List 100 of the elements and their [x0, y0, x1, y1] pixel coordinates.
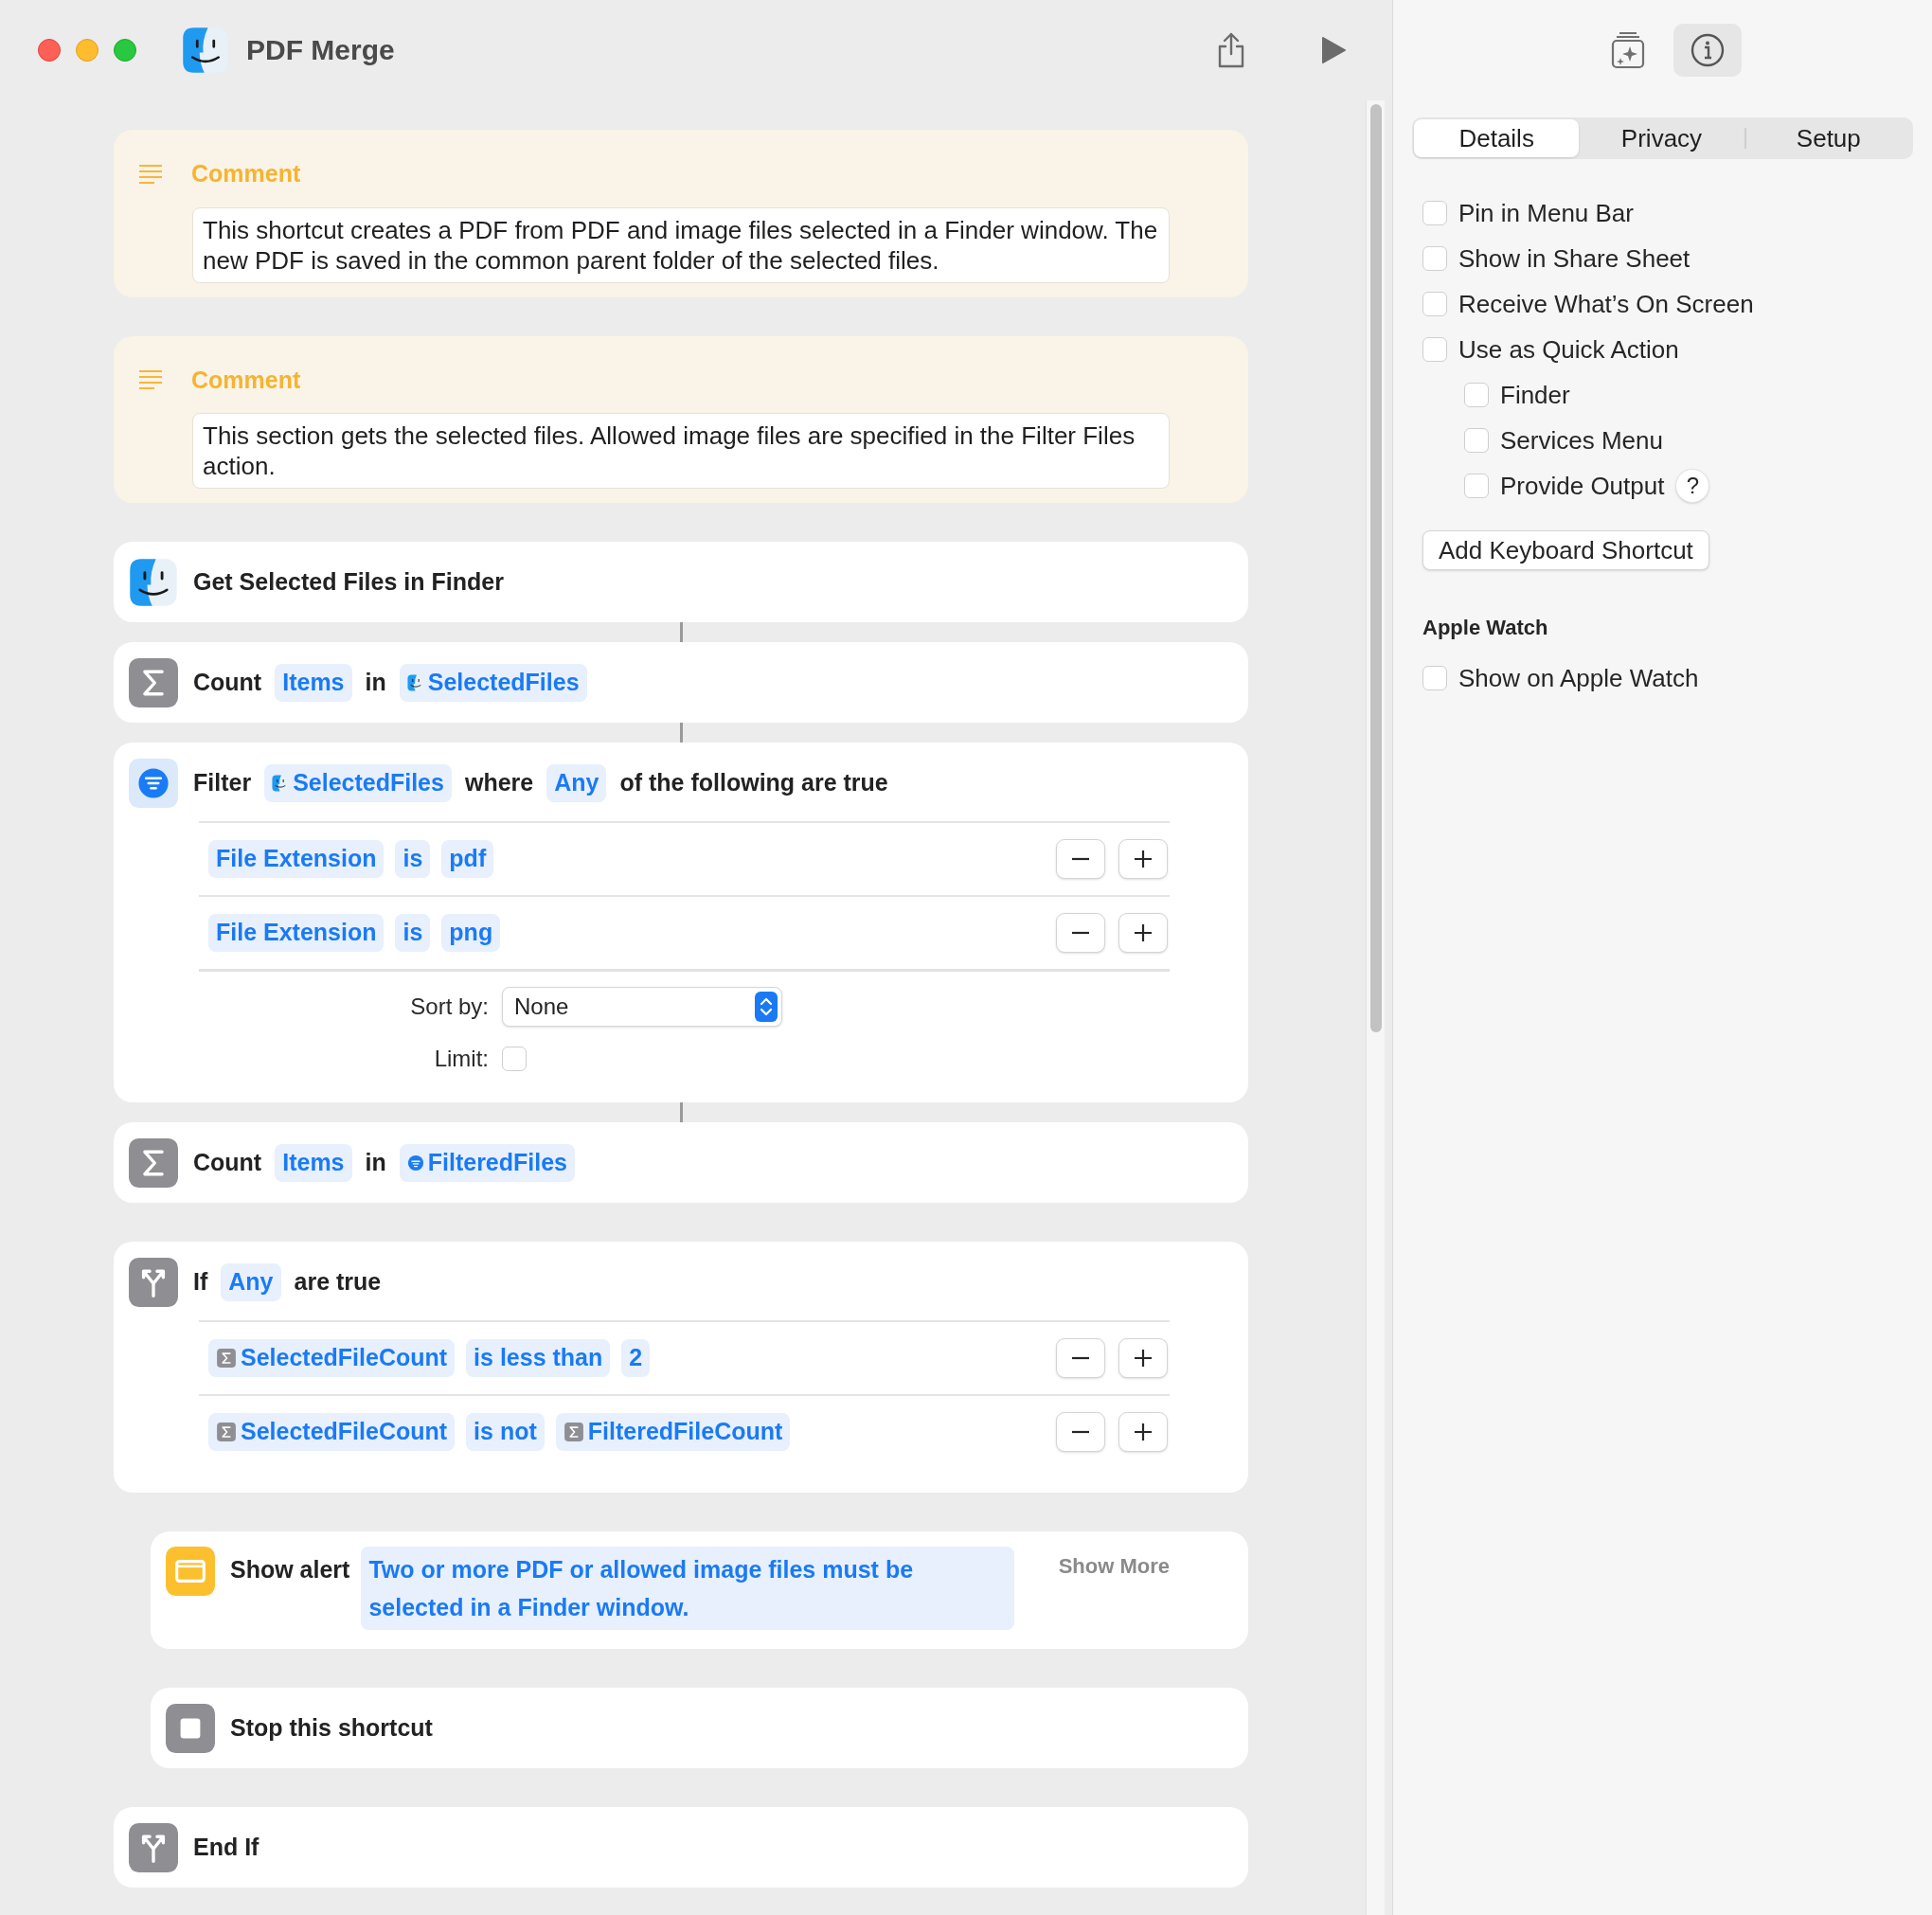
- variable-token[interactable]: is: [395, 914, 431, 952]
- checkbox[interactable]: [1422, 201, 1447, 225]
- comment-title: Comment: [191, 159, 301, 188]
- plus-icon: [1134, 1423, 1153, 1441]
- add-condition-button[interactable]: [1118, 1412, 1168, 1452]
- sigma-icon: [563, 1422, 584, 1442]
- branch-icon: [129, 1822, 178, 1872]
- text-lines-icon: [138, 163, 163, 185]
- option-label: Services Menu: [1500, 424, 1663, 456]
- variable-token[interactable]: 2: [621, 1339, 651, 1377]
- sigma-icon: [129, 657, 178, 707]
- option-label: Use as Quick Action: [1458, 333, 1679, 366]
- action-label: Stop this shortcut: [230, 1712, 433, 1743]
- sparkle-tray-icon: [1610, 30, 1645, 69]
- add-condition-button[interactable]: [1118, 913, 1168, 953]
- smiling-face-icon: [182, 26, 229, 74]
- comment-card[interactable]: Comment This section gets the selected files. Allowed image files are specified in the Filter Files action.: [114, 335, 1248, 503]
- variable-token[interactable]: Any: [221, 1262, 281, 1301]
- sigma-icon: [216, 1348, 237, 1369]
- variable-token[interactable]: FilteredFiles: [399, 1143, 575, 1182]
- alert-window-icon: [166, 1547, 215, 1596]
- variable-token[interactable]: is less than: [466, 1339, 611, 1377]
- limit-checkbox[interactable]: [502, 1047, 527, 1071]
- info-button[interactable]: [1673, 23, 1742, 77]
- action-label: in: [365, 1147, 386, 1177]
- action-label: where: [464, 767, 534, 797]
- minus-icon: [1071, 931, 1090, 935]
- remove-condition-button[interactable]: [1056, 1338, 1105, 1378]
- checkbox[interactable]: [1422, 292, 1447, 316]
- option-label: Show in Share Sheet: [1458, 242, 1690, 275]
- section-heading: Apple Watch: [1422, 615, 1549, 641]
- sigma-icon: [216, 1422, 237, 1442]
- comment-title: Comment: [191, 365, 301, 395]
- action-card[interactable]: Stop this shortcut: [151, 1688, 1248, 1768]
- sort-by-popup[interactable]: None: [502, 987, 782, 1027]
- scroll-bar[interactable]: [1366, 100, 1385, 1915]
- comment-text-field[interactable]: This section gets the selected files. Allowed image files are specified in the Filter Files action.: [192, 413, 1170, 489]
- minus-icon: [1071, 1430, 1090, 1434]
- variable-token[interactable]: File Extension: [208, 840, 385, 878]
- option-label: Receive What’s On Screen: [1458, 288, 1754, 320]
- add-condition-button[interactable]: [1118, 839, 1168, 879]
- inspector-tab[interactable]: Setup: [1745, 119, 1911, 157]
- add-condition-button[interactable]: [1118, 1338, 1168, 1378]
- minimize-window-button[interactable]: [76, 38, 98, 62]
- variable-token[interactable]: Items: [275, 1143, 352, 1182]
- zoom-window-button[interactable]: [114, 38, 136, 62]
- variable-token[interactable]: FilteredFileCount: [555, 1413, 791, 1451]
- play-icon: [1320, 35, 1347, 64]
- plus-icon: [1134, 923, 1153, 942]
- action-card[interactable]: Get Selected Files in Finder: [114, 542, 1248, 622]
- plus-icon: [1134, 850, 1153, 868]
- remove-condition-button[interactable]: [1056, 839, 1105, 879]
- variable-token[interactable]: Any: [546, 763, 607, 802]
- checkbox[interactable]: [1464, 474, 1489, 498]
- action-label: Show alert: [230, 1555, 350, 1584]
- sigma-icon: [129, 1137, 178, 1188]
- action-card[interactable]: Show alert Two or more PDF or allowed image files must be selected in a Finder window. Show More: [151, 1531, 1248, 1649]
- remove-condition-button[interactable]: [1056, 1412, 1105, 1452]
- variable-token[interactable]: is: [395, 840, 431, 878]
- variable-token[interactable]: SelectedFiles: [399, 663, 587, 702]
- variable-token[interactable]: is not: [466, 1413, 545, 1451]
- alert-message-token[interactable]: Two or more PDF or allowed image files must be selected in a Finder window.: [361, 1547, 1015, 1630]
- action-label: of the following are true: [619, 767, 888, 797]
- variable-token[interactable]: SelectedFileCount: [208, 1413, 456, 1451]
- comment-text-field[interactable]: This shortcut creates a PDF from PDF and image files selected in a Finder window. The new PDF is saved in the common parent folder of the selected files.: [192, 206, 1170, 283]
- comment-card[interactable]: Comment This shortcut creates a PDF from PDF and image files selected in a Finder window. The new PDF is saved in the common parent folder of the selected files.: [114, 130, 1248, 297]
- limit-label: Limit:: [433, 1045, 489, 1073]
- variable-token[interactable]: png: [441, 914, 501, 952]
- variable-token[interactable]: Items: [275, 663, 352, 702]
- checkbox[interactable]: [1422, 337, 1447, 362]
- variable-token[interactable]: SelectedFileCount: [208, 1339, 456, 1377]
- inspector-tab[interactable]: Privacy: [1579, 119, 1744, 157]
- inspector-tab[interactable]: Details: [1414, 119, 1580, 157]
- action-card[interactable]: If Any are true SelectedFileCount is less than 2 SelectedFileCount is not FilteredFileCount: [114, 1242, 1248, 1493]
- action-card[interactable]: Count Items in SelectedFiles: [114, 642, 1248, 723]
- checkbox[interactable]: [1422, 246, 1447, 271]
- variable-token[interactable]: pdf: [441, 840, 494, 878]
- up-down-chevron-icon: [755, 992, 778, 1022]
- action-card[interactable]: End If: [114, 1807, 1248, 1888]
- add-keyboard-shortcut-button[interactable]: Add Keyboard Shortcut: [1422, 530, 1709, 570]
- action-label: are true: [294, 1266, 382, 1297]
- checkbox[interactable]: [1464, 428, 1489, 453]
- close-window-button[interactable]: [38, 38, 61, 62]
- action-card[interactable]: Filter SelectedFiles where Any of the following are true File Extension is pdf File Extension is png Sort by: None Limit:: [114, 743, 1248, 1102]
- help-button[interactable]: ?: [1675, 469, 1710, 503]
- checkbox[interactable]: [1422, 666, 1447, 690]
- action-card[interactable]: Count Items in FilteredFiles: [114, 1122, 1248, 1203]
- variable-token[interactable]: File Extension: [208, 914, 385, 952]
- branch-icon: [129, 1257, 178, 1307]
- checkbox[interactable]: [1464, 383, 1489, 407]
- plus-icon: [1134, 1349, 1153, 1368]
- option-label: Finder: [1500, 379, 1570, 411]
- action-label: in: [365, 667, 386, 697]
- stop-icon: [166, 1703, 215, 1753]
- remove-condition-button[interactable]: [1056, 913, 1105, 953]
- variable-token[interactable]: SelectedFiles: [264, 763, 452, 802]
- text-lines-icon: [138, 369, 163, 391]
- show-more-button[interactable]: Show More: [1058, 1550, 1170, 1582]
- smiling-face-icon: [406, 673, 424, 691]
- action-label: Get Selected Files in Finder: [193, 566, 504, 597]
